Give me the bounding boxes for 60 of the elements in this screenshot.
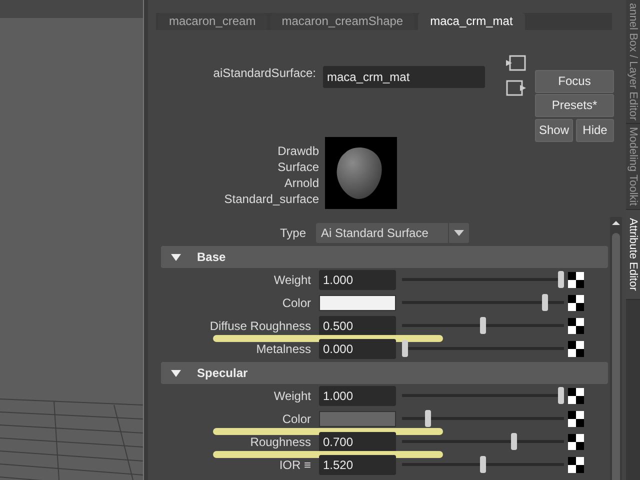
side-tab[interactable]: Modeling Toolkit bbox=[626, 124, 640, 210]
slider-thumb[interactable] bbox=[558, 387, 564, 404]
checker-icon[interactable] bbox=[568, 410, 584, 426]
arrow-box-icon[interactable] bbox=[505, 79, 527, 97]
slider-thumb[interactable] bbox=[558, 271, 564, 288]
preview-label: Surface bbox=[276, 159, 319, 175]
section-title: Specular bbox=[197, 366, 248, 380]
checker-icon[interactable] bbox=[568, 434, 584, 450]
section-title: Base bbox=[197, 250, 226, 264]
material-preview-drawing bbox=[325, 137, 397, 209]
checker-icon[interactable] bbox=[568, 318, 584, 334]
section-header[interactable]: Base bbox=[161, 246, 608, 268]
preview-label: Standard_surface bbox=[223, 191, 319, 207]
slider-thumb[interactable] bbox=[480, 317, 486, 334]
color-swatch[interactable] bbox=[319, 410, 396, 426]
attribute-label: Metalness bbox=[255, 342, 312, 356]
arrow-box-icon[interactable] bbox=[505, 54, 527, 72]
value-field[interactable]: 0.500 bbox=[319, 316, 396, 336]
slider-thumb[interactable] bbox=[511, 433, 518, 450]
color-swatch[interactable] bbox=[319, 294, 396, 310]
checker-icon[interactable] bbox=[568, 388, 584, 404]
show-button[interactable]: Show bbox=[535, 119, 573, 142]
attribute-label: Roughness bbox=[249, 434, 312, 448]
tab[interactable]: maca_crm_mat bbox=[418, 13, 525, 30]
focus-button[interactable]: Focus bbox=[535, 70, 614, 93]
attribute-label: Diffuse Roughness bbox=[208, 318, 312, 332]
node-name-field[interactable]: maca_crm_mat bbox=[323, 66, 485, 88]
presets-button[interactable]: Presets* bbox=[535, 94, 614, 117]
value-field[interactable]: 0.700 bbox=[319, 432, 396, 452]
checker-icon[interactable] bbox=[568, 294, 584, 310]
slider-thumb[interactable] bbox=[425, 410, 432, 427]
scroll-up-icon[interactable] bbox=[610, 218, 622, 228]
value-field[interactable]: 0.000 bbox=[319, 338, 396, 358]
attribute-label: Color bbox=[281, 412, 312, 426]
hide-button[interactable]: Hide bbox=[576, 119, 614, 142]
value-field[interactable]: 1.000 bbox=[319, 386, 396, 406]
value-field[interactable]: 1.520 bbox=[319, 454, 396, 474]
expanded-triangle-icon bbox=[171, 370, 181, 376]
preview-label: Arnold bbox=[283, 175, 319, 191]
attribute-label: Weight bbox=[272, 272, 312, 286]
attribute-label: Color bbox=[281, 296, 312, 310]
slider-thumb[interactable] bbox=[402, 340, 408, 357]
checker-icon[interactable] bbox=[568, 340, 584, 356]
checker-icon[interactable] bbox=[568, 272, 584, 288]
slider-thumb[interactable] bbox=[542, 294, 548, 311]
attribute-label: IOR ≡ bbox=[278, 458, 312, 472]
type-dropdown[interactable]: Ai Standard Surface bbox=[316, 222, 469, 242]
attribute-label: Weight bbox=[272, 388, 312, 402]
side-tab[interactable]: annel Box / Layer Editor bbox=[626, 0, 640, 124]
slider-thumb[interactable] bbox=[480, 456, 486, 473]
node-type-label: aiStandardSurface: bbox=[213, 66, 316, 80]
scrollbar[interactable] bbox=[610, 217, 622, 480]
expanded-triangle-icon bbox=[171, 254, 181, 260]
side-tab[interactable]: Attribute Editor bbox=[626, 210, 640, 300]
value-field[interactable]: 1.000 bbox=[319, 270, 396, 290]
checker-icon[interactable] bbox=[568, 456, 584, 472]
type-label: Type bbox=[278, 226, 307, 240]
preview-label: Drawdb bbox=[276, 143, 319, 159]
caret-icon bbox=[454, 230, 464, 236]
section-header[interactable]: Specular bbox=[161, 362, 608, 384]
